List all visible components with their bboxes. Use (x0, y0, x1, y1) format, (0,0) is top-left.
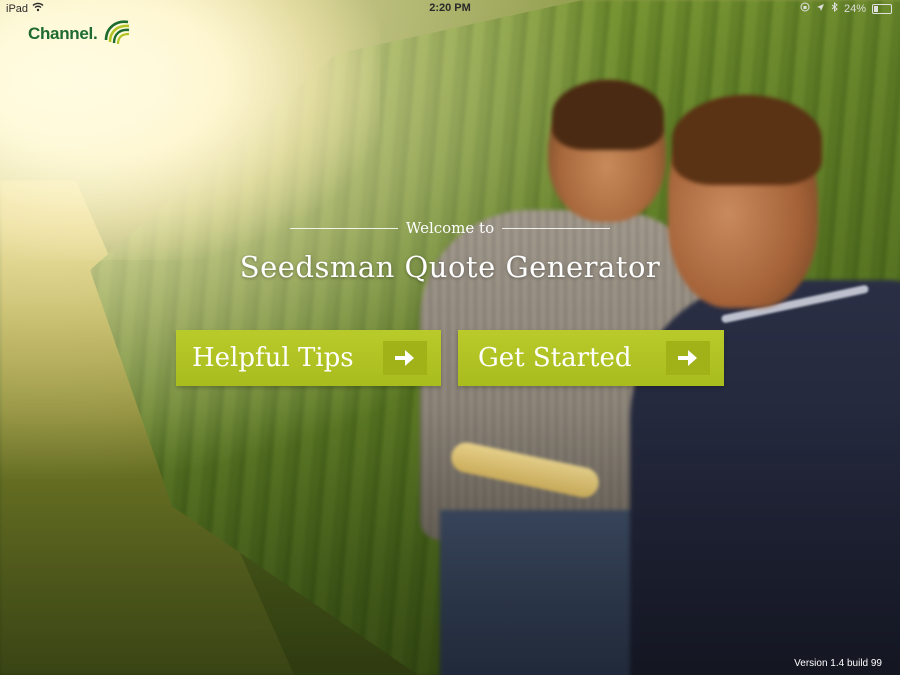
status-bar: iPad 2:20 PM 24% (0, 0, 900, 18)
battery-percent: 24% (843, 2, 866, 15)
welcome-row: Welcome to (0, 219, 900, 237)
bluetooth-icon (831, 1, 838, 15)
channel-swirl-icon (102, 16, 132, 51)
version-label: Version 1.4 build 99 (794, 658, 882, 669)
helpful-tips-label: Helpful Tips (192, 343, 354, 373)
page-title: Seedsman Quote Generator (239, 250, 661, 284)
divider-right (502, 227, 611, 229)
get-started-button[interactable]: Get Started (458, 330, 724, 386)
logo-dot: . (92, 23, 98, 43)
status-time: 2:20 PM (429, 2, 471, 14)
status-right: 24% (800, 1, 892, 15)
background-photo (0, 0, 900, 675)
welcome-intro: Welcome to (405, 219, 495, 237)
get-started-label: Get Started (478, 343, 632, 373)
arrow-right-icon (666, 341, 710, 375)
channel-logo: Channel . (28, 16, 132, 51)
arrow-right-icon (383, 341, 427, 375)
logo-text: Channel (28, 23, 93, 43)
battery-icon (872, 3, 892, 14)
location-icon (816, 3, 825, 15)
helpful-tips-button[interactable]: Helpful Tips (176, 330, 441, 386)
divider-left (289, 227, 398, 229)
lock-rotation-icon (800, 2, 810, 15)
